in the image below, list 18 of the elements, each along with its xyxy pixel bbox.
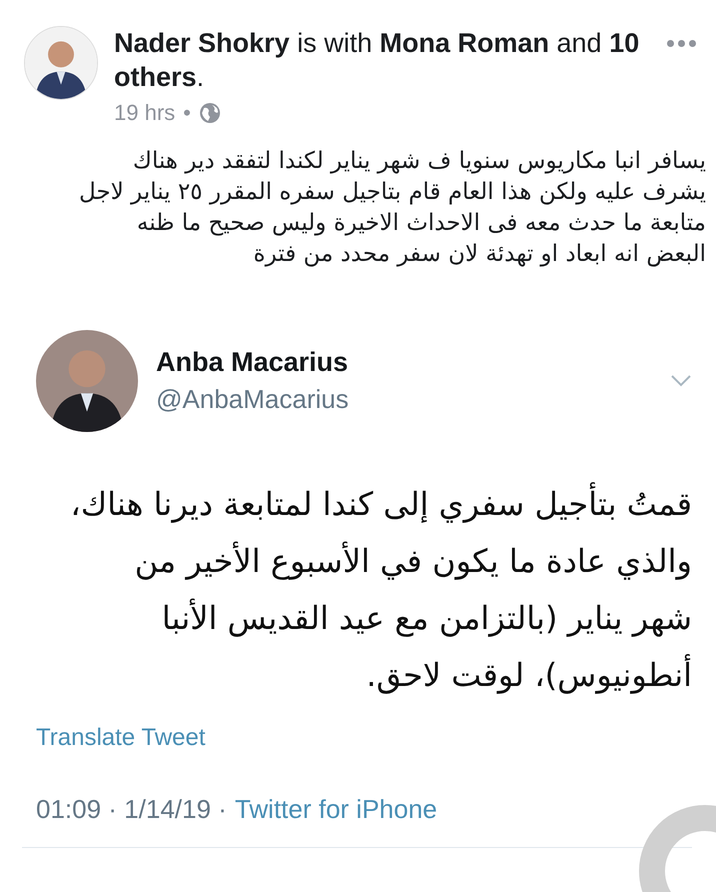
post-time[interactable]: 19 hrs bbox=[114, 100, 176, 126]
chevron-down-icon[interactable] bbox=[670, 374, 692, 388]
tweet-text-line: قمتُ بتأجيل سفري إلى كندا لمتابعة ديرنا هناك، bbox=[36, 476, 692, 533]
tweet-text-line: والذي عادة ما يكون في الأسبوع الأخير من bbox=[134, 540, 692, 582]
translate-link[interactable]: Translate Tweet bbox=[36, 724, 206, 752]
tweet-timestamp: 01:09 · 1/14/19 · bbox=[36, 794, 227, 825]
post-text-line: يسافر انبا مكاريوس سنويا ف شهر يناير لكندا لتفقد دير هناك bbox=[132, 147, 706, 176]
separator-dot: • bbox=[183, 100, 191, 126]
globe-icon bbox=[198, 102, 221, 124]
tweet-text-line: شهر يناير (بالتزامن مع عيد القديس الأنبا bbox=[160, 598, 692, 639]
tweet-handle[interactable]: @AnbaMacarius bbox=[156, 384, 652, 415]
tweet-author-name[interactable]: Anba Macarius bbox=[156, 347, 652, 378]
post-text-line: متابعة ما حدث معه فى الاحداث الاخيرة وليس صحيح ما ظنه bbox=[136, 209, 706, 238]
post-text-line: يشرف عليه ولكن هذا العام قام بتاجيل سفره المقرر ٢٥ يناير لاجل bbox=[78, 178, 706, 207]
source-link[interactable]: Twitter for iPhone bbox=[234, 794, 438, 825]
post-header: Nader Shokry is with Mona Roman and 10 others. bbox=[114, 27, 640, 94]
post-text-line: البعض انه ابعاد او تهدئة لان سفر محدد من فترة bbox=[252, 240, 706, 269]
tweet-text-line: أنطونيوس)، لوقت لاحق. bbox=[365, 653, 692, 696]
